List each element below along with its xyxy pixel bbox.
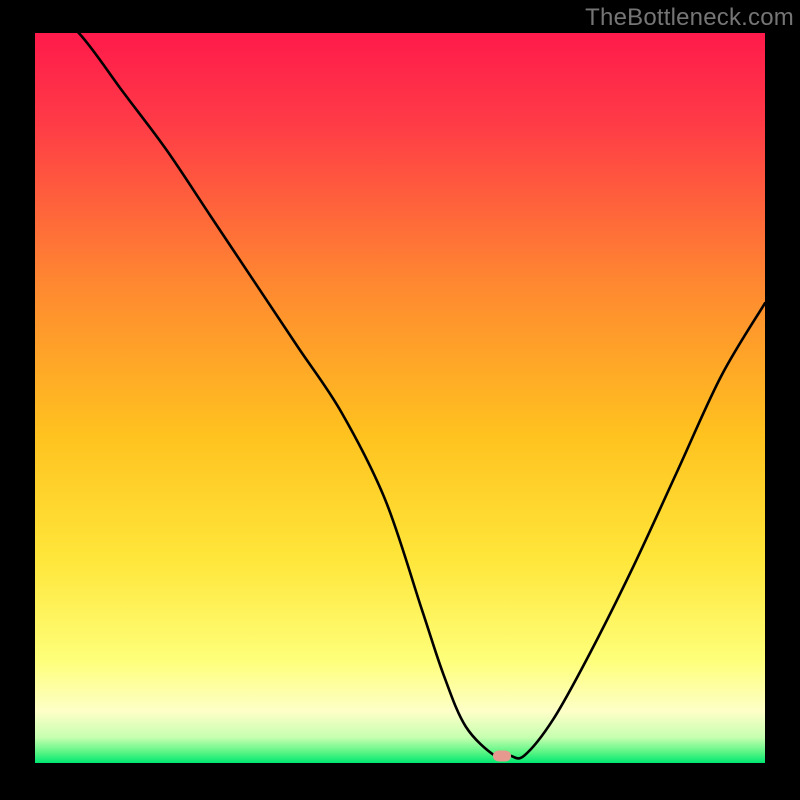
optimal-marker bbox=[493, 750, 511, 761]
bottleneck-curve bbox=[35, 33, 765, 763]
watermark-text: TheBottleneck.com bbox=[585, 4, 794, 32]
chart-frame: TheBottleneck.com bbox=[0, 0, 800, 800]
plot-area bbox=[35, 33, 765, 763]
